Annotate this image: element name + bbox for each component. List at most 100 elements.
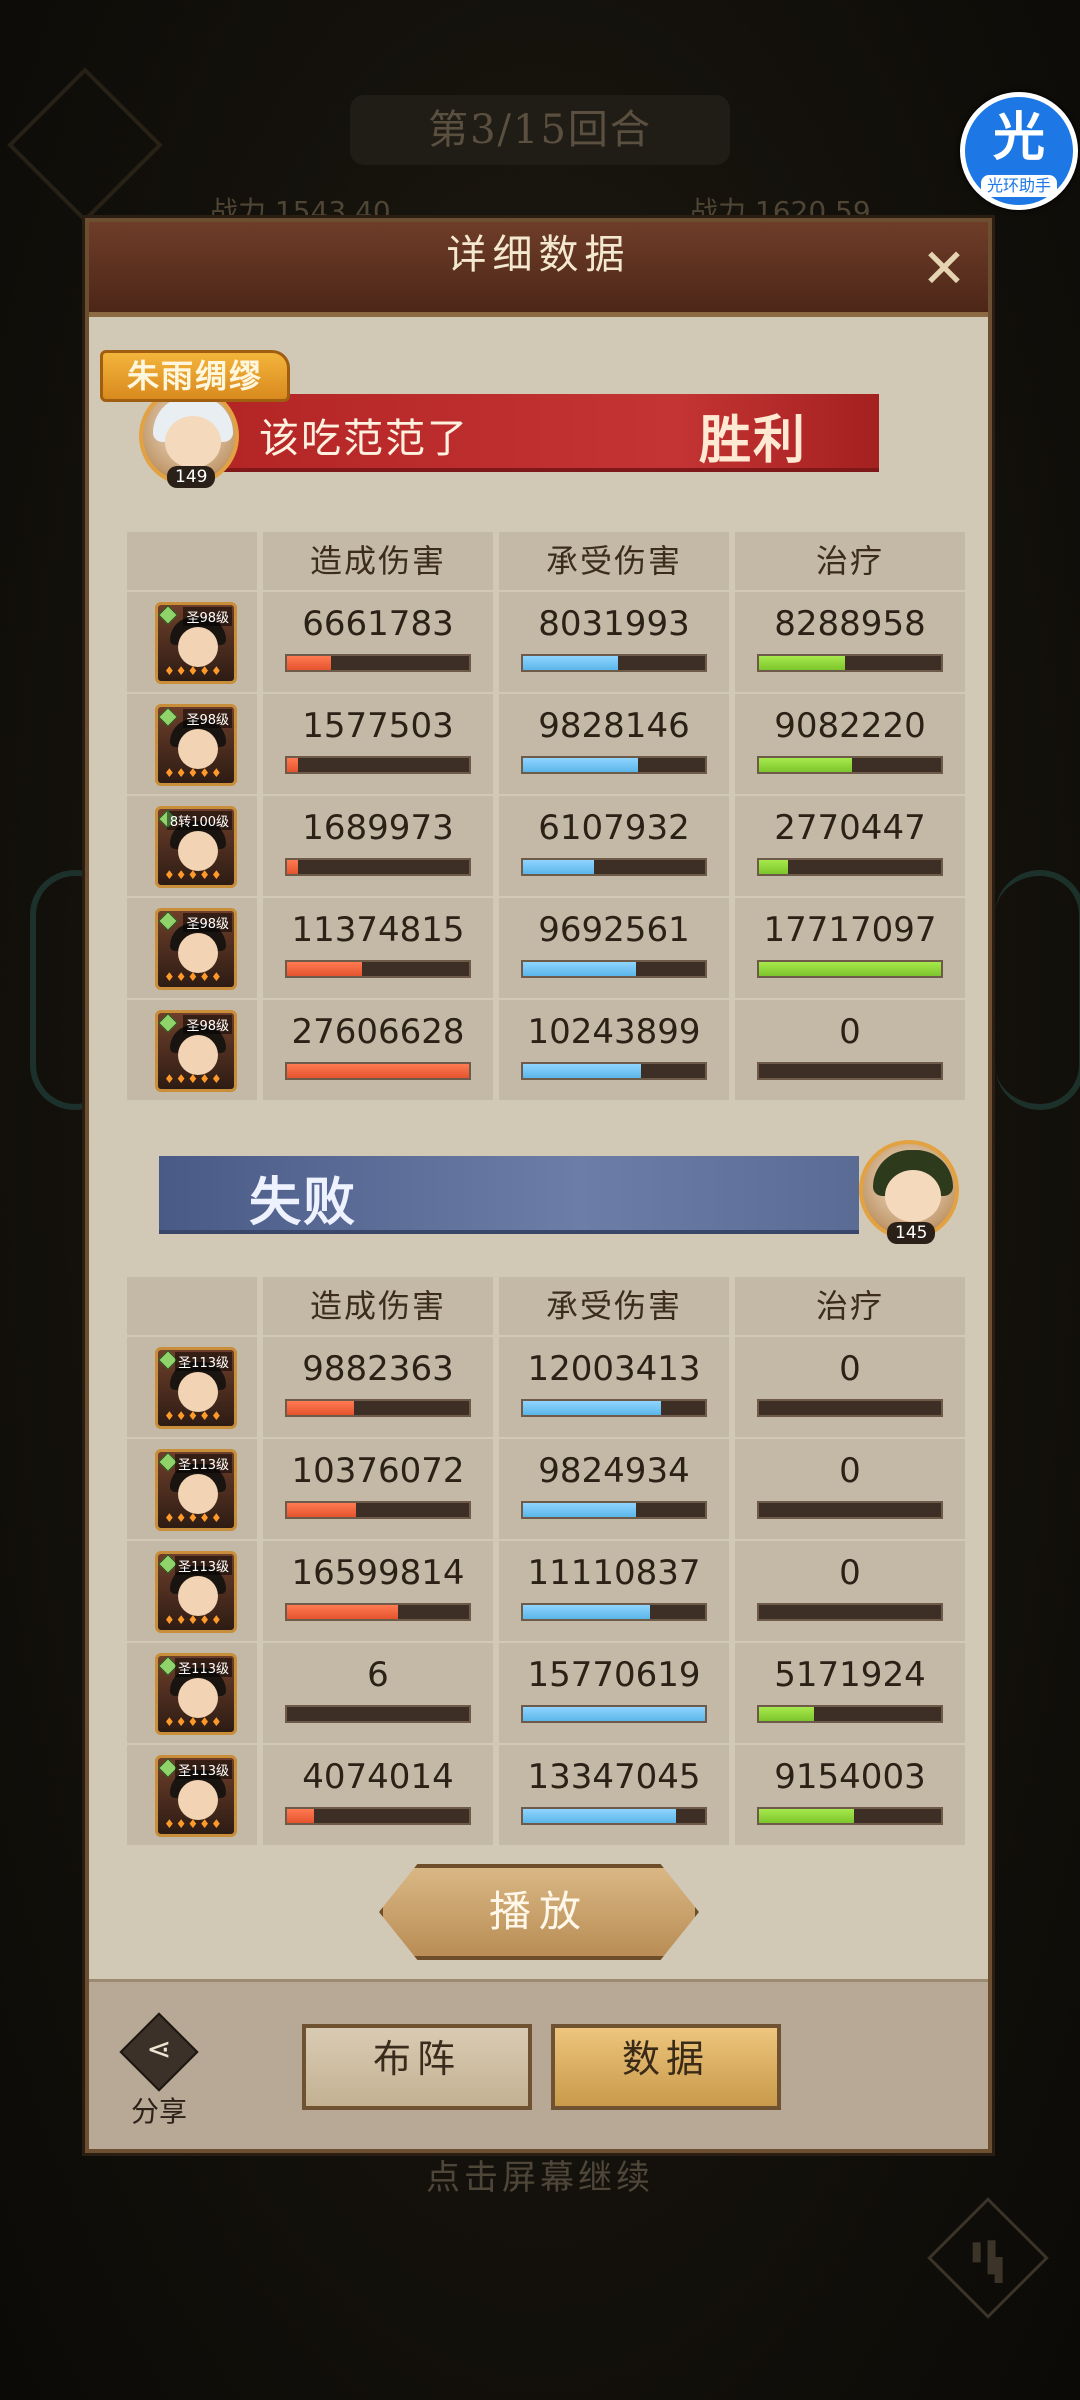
taken-cell: 9824934 [499,1439,729,1539]
winner-level-badge: 149 [167,466,216,488]
heal-bar-fill [759,656,845,670]
heal-bar [757,960,943,978]
app-logo-icon: 光 [992,108,1045,168]
heal-cell: 9154003 [735,1745,965,1845]
hero-portrait[interactable]: ♦♦♦♦♦ 圣98级 [155,908,237,990]
round-indicator: 第3/15回合 [350,95,730,165]
taken-bar [521,960,707,978]
heal-value: 0 [839,1451,861,1491]
dialog-title: 详细数据 [446,232,631,278]
taken-bar-fill [523,860,594,874]
taken-bar [521,1603,707,1621]
table-row: ♦♦♦♦♦ 圣113级 9882363 12003413 0 [127,1337,967,1437]
hero-portrait[interactable]: ♦♦♦♦♦ 圣113级 [155,1755,237,1837]
taken-cell: 11110837 [499,1541,729,1641]
damage-value: 1689973 [302,808,454,848]
hero-portrait[interactable]: ♦♦♦♦♦ 圣113级 [155,1449,237,1531]
column-header: 治疗 [735,1277,965,1335]
heal-cell: 2770447 [735,796,965,896]
hero-portrait[interactable]: ♦♦♦♦♦ 圣98级 [155,1010,237,1092]
taken-bar-fill [523,656,618,670]
taken-value: 9692561 [538,910,690,950]
dialog-header: 详细数据 ✕ [89,222,988,317]
hero-face [178,1576,218,1616]
taken-bar-fill [523,758,638,772]
heal-bar [757,1603,943,1621]
damage-bar-fill [287,1503,357,1517]
hero-cell: ♦♦♦♦♦ 圣113级 [127,1745,257,1845]
continue-hint[interactable]: 点击屏幕继续 [0,2150,1080,2199]
table-row: ♦♦♦♦♦ 圣98级 6661783 8031993 8288958 [127,592,967,692]
damage-bar [285,858,471,876]
heal-cell: 5171924 [735,1643,965,1743]
share-button[interactable]: ⋖ 分享 [119,2012,199,2134]
hero-portrait[interactable]: ♦♦♦♦♦ 圣113级 [155,1551,237,1633]
assistant-app-badge[interactable]: 光 光环助手 [960,92,1078,210]
close-icon[interactable]: ✕ [918,242,970,296]
damage-bar-fill [287,1809,315,1823]
winner-player-name: 该吃范范了 [259,416,469,462]
hero-portrait[interactable]: ♦♦♦♦♦ 圣113级 [155,1653,237,1735]
rank-diamond-icon [158,707,178,727]
hero-face [178,1780,218,1820]
heal-value: 2770447 [774,808,926,848]
table-row: ♦♦♦♦♦ 圣113级 4074014 13347045 9154003 [127,1745,967,1845]
share-icon: ⋖ [146,2032,172,2067]
star-drops-icon: ♦♦♦♦♦ [164,868,223,882]
heal-cell: 0 [735,1000,965,1100]
heal-cell: 0 [735,1337,965,1437]
hero-level-label: 圣113级 [175,1556,232,1575]
hero-cell: ♦♦♦♦♦ 圣98级 [127,898,257,998]
damage-value: 1577503 [302,706,454,746]
heal-bar [757,1399,943,1417]
heal-bar-fill [759,860,789,874]
damage-bar-fill [287,758,298,772]
chart-icon[interactable] [927,2197,1049,2319]
hero-level-label: 8转100级 [166,811,232,830]
share-label: 分享 [130,2095,187,2128]
damage-cell: 1689973 [263,796,493,896]
table-row: ♦♦♦♦♦ 圣98级 11374815 9692561 17717097 [127,898,967,998]
rank-diamond-icon [158,1013,178,1033]
damage-bar-fill [287,962,362,976]
star-drops-icon: ♦♦♦♦♦ [164,664,223,678]
hero-portrait[interactable]: ♦♦♦♦♦ 8转100级 [155,806,237,888]
star-drops-icon: ♦♦♦♦♦ [164,1409,223,1423]
detail-data-dialog: 详细数据 ✕ 149 该吃范范了 胜利 造成伤害 承受伤害 治疗 ♦♦♦♦♦ 圣98级 6… [85,218,992,2153]
damage-cell: 27606628 [263,1000,493,1100]
taken-cell: 12003413 [499,1337,729,1437]
taken-bar [521,1705,707,1723]
heal-bar [757,1501,943,1519]
hero-level-label: 圣113级 [175,1352,232,1371]
damage-bar [285,654,471,672]
damage-bar-fill [287,1401,355,1415]
damage-value: 11374815 [291,910,465,950]
heal-cell: 0 [735,1541,965,1641]
damage-bar [285,756,471,774]
taken-bar-fill [523,1707,705,1721]
damage-cell: 11374815 [263,898,493,998]
heal-bar [757,654,943,672]
taken-bar [521,1807,707,1825]
taken-value: 11110837 [527,1553,701,1593]
star-drops-icon: ♦♦♦♦♦ [164,1715,223,1729]
data-button[interactable]: 数据 [551,2024,781,2110]
hero-portrait[interactable]: ♦♦♦♦♦ 圣98级 [155,704,237,786]
hero-cell: ♦♦♦♦♦ 圣113级 [127,1541,257,1641]
taken-value: 10243899 [527,1012,701,1052]
taken-bar [521,858,707,876]
damage-bar [285,1603,471,1621]
heal-bar [757,756,943,774]
heal-value: 17717097 [763,910,937,950]
heal-value: 9154003 [774,1757,926,1797]
damage-cell: 1577503 [263,694,493,794]
app-badge-label: 光环助手 [981,175,1057,197]
play-replay-button[interactable]: 播放 [379,1864,699,1960]
taken-bar-fill [523,1064,642,1078]
hero-portrait[interactable]: ♦♦♦♦♦ 圣113级 [155,1347,237,1429]
lineup-button[interactable]: 布阵 [302,2024,532,2110]
table-header: 造成伤害 承受伤害 治疗 [127,532,967,590]
hero-portrait[interactable]: ♦♦♦♦♦ 圣98级 [155,602,237,684]
taken-value: 15770619 [527,1655,701,1695]
table-header: 造成伤害 承受伤害 治疗 [127,1277,967,1335]
